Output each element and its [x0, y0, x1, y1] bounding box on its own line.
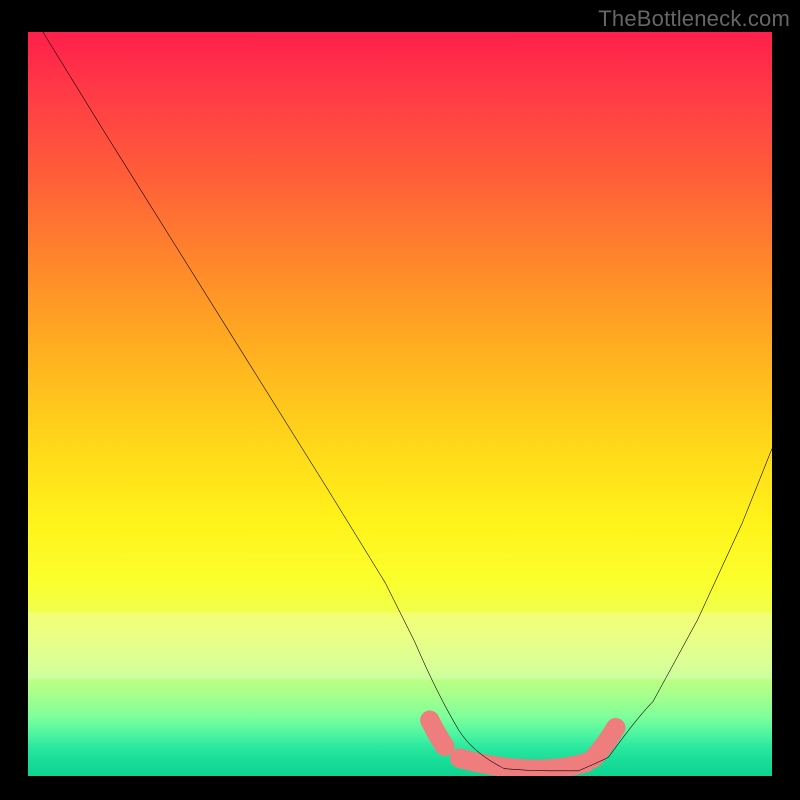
- highlight-segment: [593, 728, 615, 759]
- highlight-segment: [460, 758, 586, 769]
- pale-band: [28, 612, 772, 679]
- chart-stage: TheBottleneck.com: [0, 0, 800, 800]
- highlight-segment: [430, 720, 445, 746]
- curve-overlay: [28, 32, 772, 776]
- plot-area: [28, 32, 772, 776]
- watermark-text: TheBottleneck.com: [598, 6, 790, 32]
